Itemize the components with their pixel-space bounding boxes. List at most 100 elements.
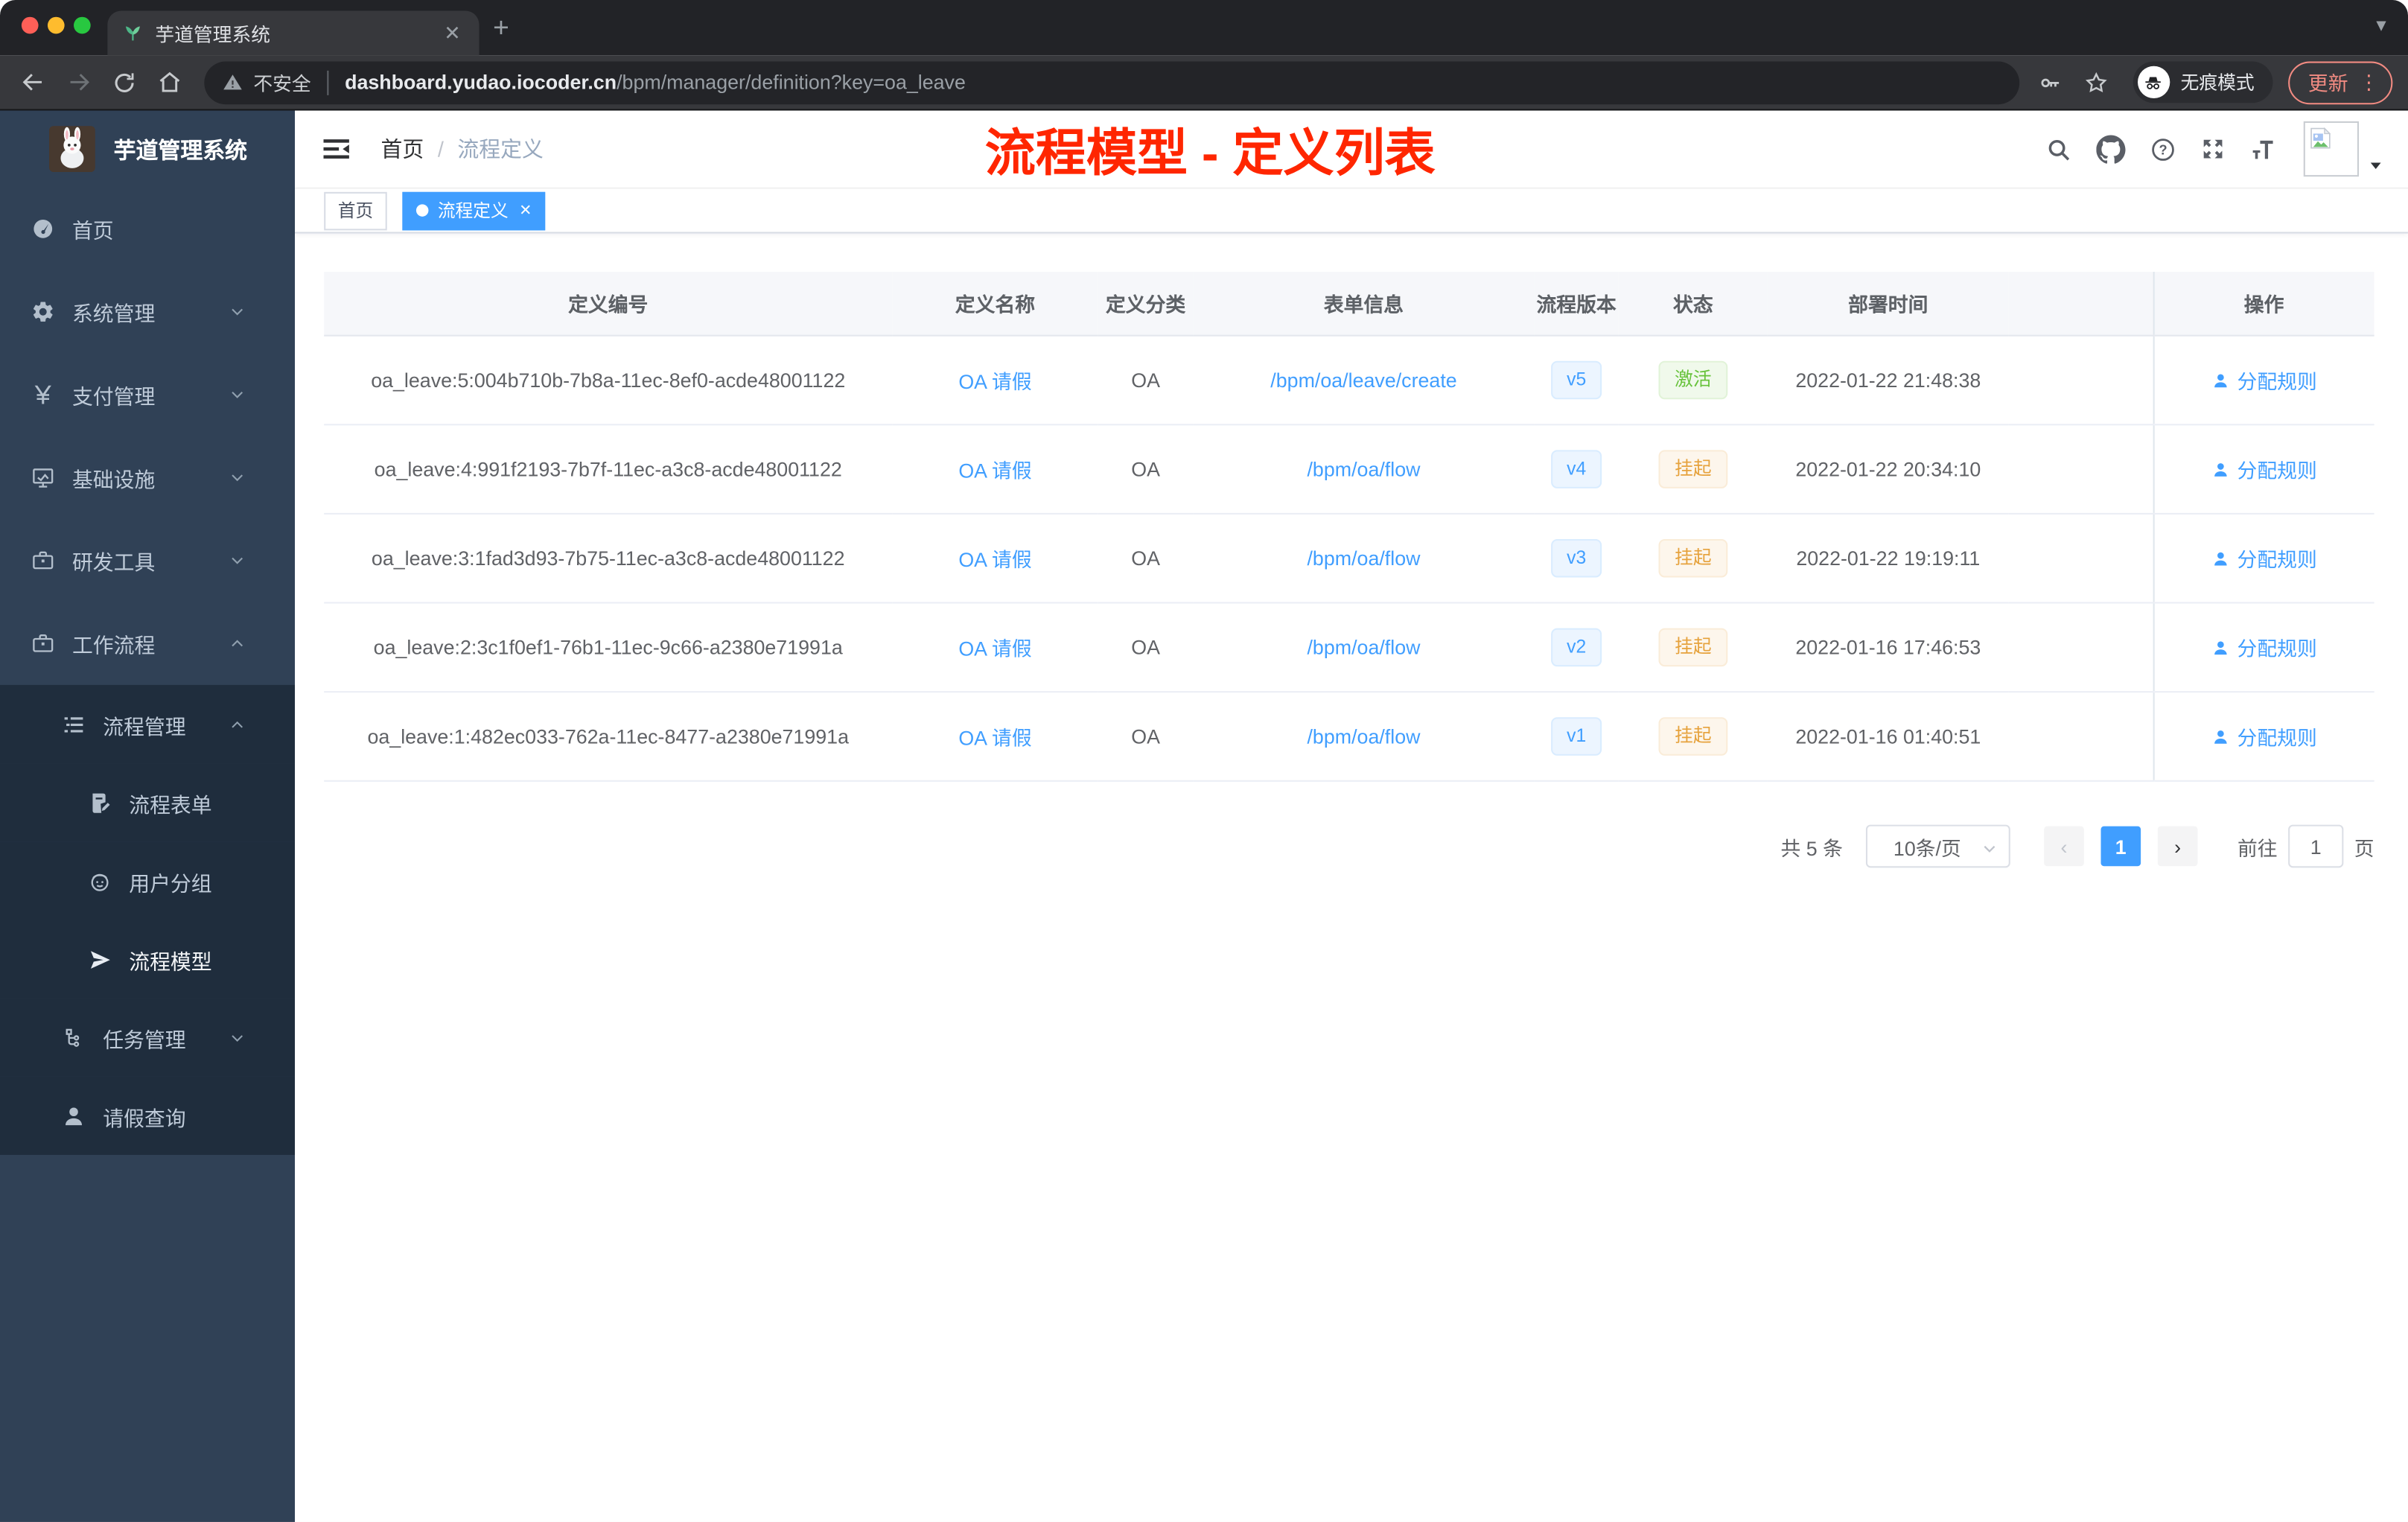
form-link[interactable]: /bpm/oa/flow xyxy=(1307,547,1420,570)
sidebar-item-2[interactable]: 支付管理 xyxy=(0,353,295,436)
tag-label: 流程定义 xyxy=(437,203,509,221)
column-header: 定义编号 xyxy=(324,272,893,337)
browser-menu-icon[interactable]: ⋮ xyxy=(2359,70,2379,95)
tag-0[interactable]: 首页 xyxy=(324,191,387,230)
tag-label: 首页 xyxy=(337,203,374,221)
goto-page-input[interactable] xyxy=(2288,824,2344,868)
address-bar[interactable]: 不安全 dashboard.yudao.iocoder.cn/bpm/manag… xyxy=(204,60,2020,104)
definition-name-link[interactable]: OA 请假 xyxy=(958,370,1031,393)
next-page-button[interactable]: › xyxy=(2157,826,2198,867)
broken-image-icon xyxy=(2308,126,2333,150)
svg-text:?: ? xyxy=(2159,141,2167,156)
status-badge: 挂起 xyxy=(1659,539,1727,577)
url-domain: dashboard.yudao.iocoder.cn xyxy=(345,70,617,94)
update-label: 更新 xyxy=(2307,71,2348,95)
cell-filler xyxy=(2008,513,2153,604)
url-path: /bpm/manager/definition?key=oa_leave xyxy=(617,70,966,94)
cell-filler xyxy=(2008,424,2153,515)
prev-page-button[interactable]: ‹ xyxy=(2044,826,2084,867)
form-link[interactable]: /bpm/oa/flow xyxy=(1307,458,1420,481)
page-number-button[interactable]: 1 xyxy=(2100,826,2141,867)
window-zoom-button[interactable] xyxy=(74,16,91,34)
security-label[interactable]: 不安全 xyxy=(253,68,310,97)
home-icon[interactable] xyxy=(156,69,182,95)
sidebar-item-3[interactable]: 基础设施 xyxy=(0,436,295,519)
sidebar-item-5[interactable]: 工作流程 xyxy=(0,602,295,685)
font-size-icon[interactable] xyxy=(2250,134,2279,163)
new-tab-button[interactable]: + xyxy=(493,13,509,45)
cell-definition-id: oa_leave:3:1fad3d93-7b75-11ec-a3c8-acde4… xyxy=(324,513,893,604)
tag-1[interactable]: 流程定义 ✕ xyxy=(402,191,546,230)
assign-rule-link[interactable]: 分配规则 xyxy=(2211,455,2317,484)
github-icon[interactable] xyxy=(2096,134,2126,163)
sidebar-logo[interactable]: 芋道管理系统 xyxy=(0,111,295,188)
url-text[interactable]: dashboard.yudao.iocoder.cn/bpm/manager/d… xyxy=(345,71,966,94)
sidebar-item-9[interactable]: 流程模型 xyxy=(0,920,295,999)
cell-form-info: /bpm/oa/leave/create xyxy=(1193,335,1535,426)
assign-rule-link[interactable]: 分配规则 xyxy=(2211,544,2317,573)
browser-tabstrip: 芋道管理系统 ✕ + ▼ xyxy=(0,0,2408,56)
form-link[interactable]: /bpm/oa/flow xyxy=(1307,725,1420,748)
sidebar-item-6[interactable]: 流程管理 xyxy=(0,684,295,764)
tab-search-chevron-icon[interactable]: ▼ xyxy=(2373,17,2389,36)
sidebar-item-11[interactable]: 请假查询 xyxy=(0,1076,295,1155)
sidebar-item-label: 流程管理 xyxy=(103,715,186,739)
cell-version: v2 xyxy=(1534,602,1619,693)
forward-icon[interactable] xyxy=(66,69,92,95)
cell-form-info: /bpm/oa/flow xyxy=(1193,692,1535,782)
browser-tab[interactable]: 芋道管理系统 ✕ xyxy=(107,10,480,56)
search-icon[interactable] xyxy=(2045,136,2071,162)
sidebar-item-label: 流程模型 xyxy=(129,949,212,973)
assign-rule-label: 分配规则 xyxy=(2237,548,2317,572)
sidebar-item-8[interactable]: 用户分组 xyxy=(0,841,295,920)
breadcrumb-current: 流程定义 xyxy=(457,136,544,162)
form-link[interactable]: /bpm/oa/leave/create xyxy=(1270,369,1456,392)
bookmark-star-icon[interactable] xyxy=(2084,70,2109,95)
column-header: 定义分类 xyxy=(1098,272,1194,337)
breadcrumb: 首页 / 流程定义 xyxy=(381,111,544,188)
table-header-row: 定义编号 定义名称 定义分类 表单信息 流程版本 状态 部署时间 操作 xyxy=(324,272,2374,337)
browser-update-button[interactable]: 更新 ⋮ xyxy=(2288,60,2393,104)
user-avatar[interactable] xyxy=(2303,121,2359,177)
definition-name-link[interactable]: OA 请假 xyxy=(958,637,1031,660)
cell-definition-name: OA 请假 xyxy=(892,602,1098,693)
definition-name-link[interactable]: OA 请假 xyxy=(958,459,1031,483)
incognito-badge: 无痕模式 xyxy=(2133,61,2273,104)
help-icon[interactable]: ? xyxy=(2150,136,2176,162)
definition-name-link[interactable]: OA 请假 xyxy=(958,727,1031,750)
cell-action: 分配规则 xyxy=(2152,424,2374,515)
assign-rule-link[interactable]: 分配规则 xyxy=(2211,366,2317,395)
reload-icon[interactable] xyxy=(112,70,137,95)
assign-rule-link[interactable]: 分配规则 xyxy=(2211,722,2317,751)
sidebar-item-1[interactable]: 系统管理 xyxy=(0,270,295,353)
form-link[interactable]: /bpm/oa/flow xyxy=(1307,636,1420,659)
breadcrumb-home[interactable]: 首页 xyxy=(381,133,424,164)
window-minimize-button[interactable] xyxy=(47,16,65,34)
tab-title: 芋道管理系统 xyxy=(155,25,271,46)
assign-rule-link[interactable]: 分配规则 xyxy=(2211,633,2317,662)
sidebar-item-7[interactable]: 流程表单 xyxy=(0,763,295,842)
user-small-icon xyxy=(2211,638,2229,657)
password-key-icon[interactable] xyxy=(2038,70,2063,95)
user-small-icon xyxy=(2211,371,2229,389)
hamburger-icon[interactable] xyxy=(321,133,351,164)
back-icon[interactable] xyxy=(20,69,46,95)
cell-category: OA xyxy=(1098,602,1194,693)
tab-close-icon[interactable]: ✕ xyxy=(441,21,464,45)
security-warning-icon[interactable] xyxy=(223,72,243,92)
cell-filler xyxy=(2008,692,2153,782)
page-size-select[interactable]: 10条/页 xyxy=(1865,824,2010,868)
screen: 芋道管理系统 ✕ + ▼ 不安全 dashboard.yudao.iocoder… xyxy=(0,0,2408,1522)
sidebar-item-0[interactable]: 首页 xyxy=(0,188,295,270)
avatar-caret-icon[interactable] xyxy=(2368,158,2383,173)
tag-close-icon[interactable]: ✕ xyxy=(519,202,532,219)
toolbar-right: 无痕模式 更新 ⋮ xyxy=(2038,60,2393,104)
fullscreen-icon[interactable] xyxy=(2201,137,2226,162)
sidebar-item-4[interactable]: 研发工具 xyxy=(0,519,295,602)
toolbox-icon xyxy=(31,548,55,573)
definition-name-link[interactable]: OA 请假 xyxy=(958,548,1031,571)
cell-action: 分配规则 xyxy=(2152,513,2374,604)
sidebar-item-10[interactable]: 任务管理 xyxy=(0,998,295,1077)
chevron-up-icon xyxy=(224,635,249,652)
window-close-button[interactable] xyxy=(21,16,39,34)
